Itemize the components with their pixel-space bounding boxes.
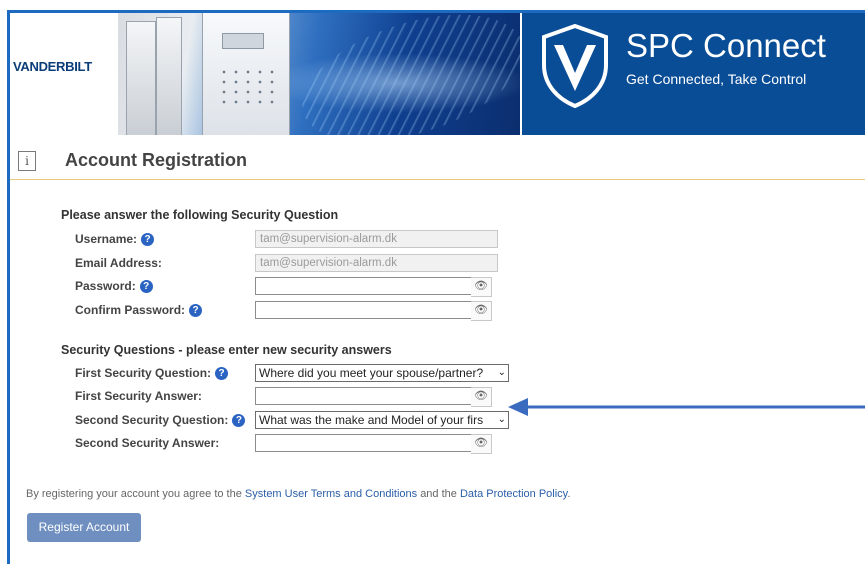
help-icon[interactable]: ? [189,304,203,318]
confirm-password-row: Confirm Password:? 👁 [75,301,505,321]
header-banner: VANDERBILT SPC Connect Get Connected, Ta… [10,13,865,135]
password-field[interactable] [255,277,472,295]
second-answer-row: Second Security Answer: 👁 [75,434,505,454]
email-label: Email Address: [75,256,162,270]
show-first-answer-toggle[interactable]: 👁 [471,387,492,407]
page-header: i Account Registration [10,135,865,180]
first-question-row: First Security Question:? Where did you … [75,364,509,382]
second-question-row: Second Security Question:? What was the … [75,411,509,429]
eye-icon: 👁 [474,304,488,316]
password-row: Password:? 👁 [75,277,505,297]
terms-prefix: By registering your account you agree to… [26,488,242,500]
help-icon[interactable]: ? [232,414,246,428]
eye-icon: 👁 [474,437,488,449]
device-panel [126,21,156,135]
help-icon[interactable]: ? [215,367,229,381]
first-question-value: Where did you meet your spouse/partner? [259,366,484,380]
chevron-down-icon: ⌄ [497,414,506,425]
eye-icon: 👁 [474,390,488,402]
username-label: Username:? [75,232,155,247]
brand-title: SPC Connect [626,27,826,64]
first-question-select[interactable]: Where did you meet your spouse/partner? ⌄ [255,364,509,382]
chevron-down-icon: ⌄ [497,367,506,378]
account-section-title: Please answer the following Security Que… [61,208,339,222]
second-answer-label: Second Security Answer: [75,436,220,450]
show-password-toggle[interactable]: 👁 [471,277,492,297]
register-account-button[interactable]: Register Account [27,513,141,542]
confirm-password-field[interactable] [255,301,472,319]
first-question-label: First Security Question:? [75,366,229,381]
email-field: tam@supervision-alarm.dk [255,254,498,272]
help-icon[interactable]: ? [139,280,153,294]
eye-icon: 👁 [474,280,488,292]
logo-area: VANDERBILT [10,13,118,135]
username-row: Username:? tam@supervision-alarm.dk [75,230,505,248]
help-icon[interactable]: ? [141,233,155,247]
password-label: Password:? [75,279,153,294]
data-protection-link[interactable]: Data Protection Policy [460,488,567,500]
brand-subtitle: Get Connected, Take Control [626,71,807,87]
security-section-title: Security Questions - please enter new se… [61,343,392,357]
first-answer-row: First Security Answer: 👁 [75,387,505,407]
terms-text: By registering your account you agree to… [26,488,570,500]
first-answer-field[interactable] [255,387,472,405]
second-question-value: What was the make and Model of your firs [259,413,484,427]
keypad-screen [222,33,264,49]
v-shield-icon [542,23,608,109]
second-question-select[interactable]: What was the make and Model of your firs… [255,411,509,429]
terms-conditions-link[interactable]: System User Terms and Conditions [245,488,417,500]
dna-helix [286,13,520,135]
vanderbilt-logo: VANDERBILT [13,59,92,74]
show-confirm-password-toggle[interactable]: 👁 [471,301,492,321]
first-answer-label: First Security Answer: [75,389,202,403]
second-question-label: Second Security Question:? [75,413,246,428]
page-title: Account Registration [65,150,248,170]
brand-block: SPC Connect Get Connected, Take Control [522,13,865,135]
second-answer-field[interactable] [255,434,472,452]
confirm-password-label: Confirm Password:? [75,303,203,318]
terms-suffix: . [567,488,571,500]
keypad-buttons [218,67,276,107]
device-panel [156,17,182,135]
info-icon: i [18,151,36,171]
show-second-answer-toggle[interactable]: 👁 [471,434,492,454]
annotation-arrow [508,398,865,416]
hero-image [118,13,520,135]
email-row: Email Address: tam@supervision-alarm.dk [75,254,505,272]
username-field: tam@supervision-alarm.dk [255,230,498,248]
terms-middle: and the [420,488,457,500]
